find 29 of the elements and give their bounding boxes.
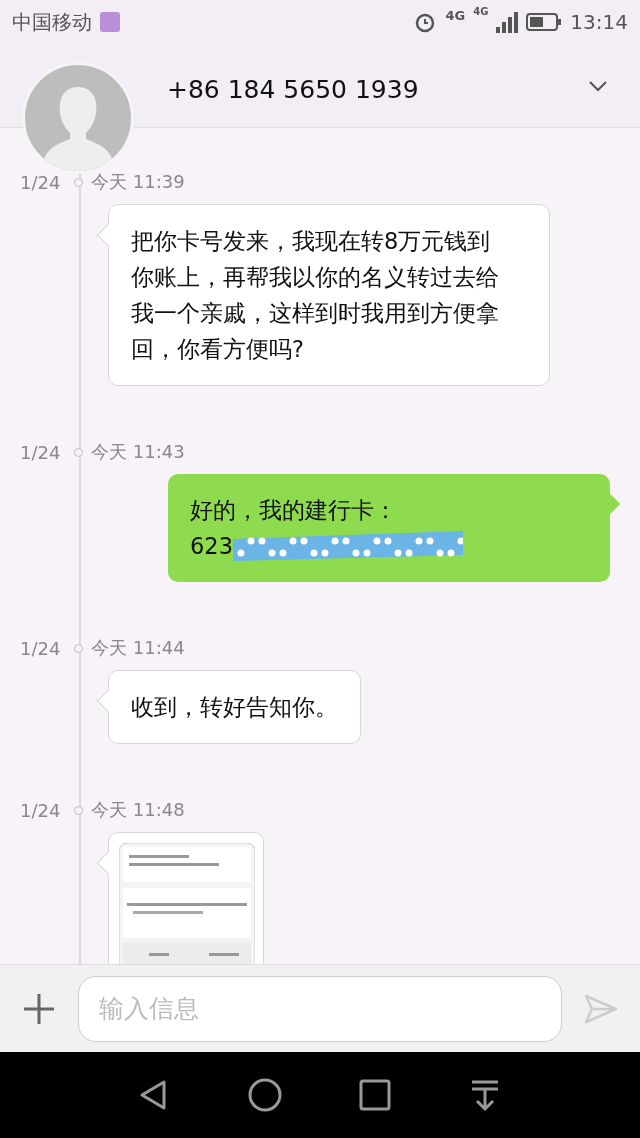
message-text: 收到，转好告知你。 [131, 693, 338, 722]
network-type: 4G [473, 6, 489, 17]
message-time: 今天 11:43 [91, 440, 185, 464]
message-date: 1/24 [19, 171, 62, 193]
add-icon[interactable] [22, 991, 56, 1026]
timeline-dot [74, 805, 83, 815]
message-text: 把你卡号发来，我现在转8万元钱到你账上，再帮我以你的名义转过去给我一个亲戚，这样到时我用到方便拿回，你看方便吗? [131, 227, 500, 364]
card-number: 623 [190, 532, 233, 561]
battery-icon [526, 12, 563, 32]
recent-apps-icon[interactable] [358, 1078, 392, 1112]
message-date: 1/24 [19, 637, 62, 659]
message-time: 今天 11:48 [91, 798, 185, 822]
contact-number: +86 184 5650 1939 [167, 75, 420, 104]
message-date: 1/24 [19, 441, 62, 463]
timeline-dot [74, 177, 83, 187]
timeline-dot [74, 447, 83, 457]
message-text: 好的，我的建行卡： [190, 496, 398, 525]
message-date: 1/24 [19, 799, 62, 821]
signal-icon [496, 11, 519, 33]
clock-time: 13:14 [570, 10, 628, 34]
home-icon[interactable] [248, 1078, 282, 1112]
message-time: 今天 11:39 [91, 170, 185, 194]
network-type: 4G [445, 8, 466, 23]
timeline-dot [74, 643, 83, 653]
message-time: 今天 11:44 [91, 636, 185, 660]
message-input-field[interactable]: 输入信息 [78, 975, 562, 1042]
sim-icon [100, 12, 120, 32]
chevron-down-icon[interactable] [588, 79, 608, 92]
carrier-name: 中国移动 [12, 8, 92, 36]
